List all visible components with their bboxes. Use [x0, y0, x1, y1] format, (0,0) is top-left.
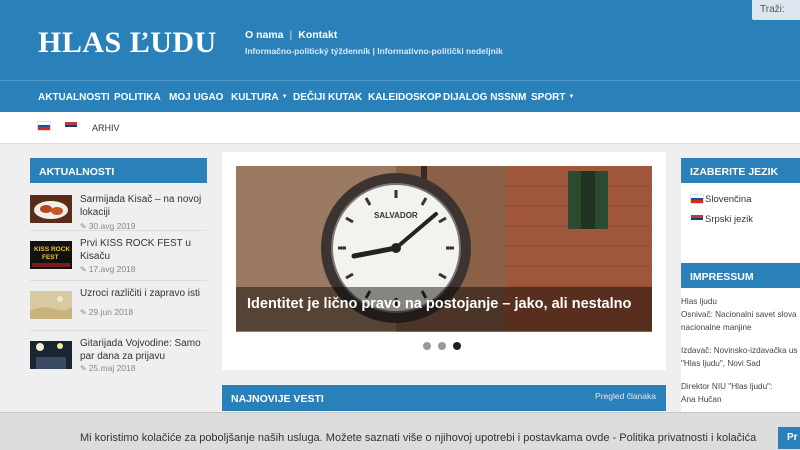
slovak-flag-icon[interactable]	[38, 122, 50, 130]
about-link[interactable]: O nama	[245, 29, 284, 41]
pencil-icon: ✎	[80, 265, 87, 274]
impressum-line: nacionalne manjine	[681, 323, 752, 332]
pencil-icon: ✎	[80, 308, 87, 317]
svg-text:FEST: FEST	[42, 254, 59, 261]
language-widget-title: IZABERITE JEZIK	[681, 158, 800, 183]
impressum-title: IMPRESSUM	[681, 263, 800, 288]
site-header: HLAS ĽUDU O nama | Kontakt Informačno-po…	[0, 0, 800, 80]
news-title[interactable]: Sarmijada Kisač – na novoj lokaciji	[80, 193, 207, 219]
contact-link[interactable]: Kontakt	[298, 29, 337, 41]
pencil-icon: ✎	[80, 222, 87, 231]
sidebar-title: AKTUALNOSTI	[30, 158, 207, 183]
nav-item-kultura[interactable]: KULTURA ▼	[231, 92, 288, 103]
news-title[interactable]: Prvi KISS ROCK FEST u Kisaču	[80, 237, 207, 263]
nav-item-dijalog-nssnm[interactable]: DIJALOG NSSNM	[443, 92, 526, 103]
list-item[interactable]: Sarmijada Kisač – na novoj lokaciji ✎ 30.…	[30, 187, 207, 231]
impressum-line: Ana Hučan	[681, 395, 722, 404]
slider-dot[interactable]	[423, 342, 431, 350]
nav-item-politika[interactable]: POLITIKA	[114, 92, 161, 103]
latest-news-title: NAJNOVIJE VESTI	[231, 393, 324, 405]
link-separator: |	[289, 29, 293, 41]
site-logo[interactable]: HLAS ĽUDU	[38, 26, 217, 60]
language-list: Slovenčina Srpski jezik	[681, 183, 800, 268]
news-date: ✎ 29.jun 2018	[80, 307, 134, 317]
nav-item-moj-ugao[interactable]: MOJ UGAO	[169, 92, 223, 103]
nav-item-deciji-kutak[interactable]: DEČIJI KUTAK	[293, 92, 362, 103]
slide-caption[interactable]: Identitet je lično pravo na postojanje –…	[236, 287, 652, 331]
list-item[interactable]: Gitarijada Vojvodine: Samo par dana za p…	[30, 331, 207, 387]
slovak-flag-icon	[691, 195, 703, 203]
cookie-text: Mi koristimo kolačiće za poboljšanje naš…	[80, 432, 757, 444]
language-widget: IZABERITE JEZIK Slovenčina Srpski jezik	[681, 158, 800, 268]
svg-text:KISS ROCK: KISS ROCK	[34, 246, 70, 253]
list-item[interactable]: Uzroci različiti i zapravo isti ✎ 29.jun …	[30, 281, 207, 331]
slider-dot[interactable]	[438, 342, 446, 350]
news-sidebar: AKTUALNOSTI Sarmijada Kisač – na novoj l…	[30, 158, 207, 387]
pencil-icon: ✎	[80, 364, 87, 373]
impressum-line: Osnivač: Nacionalni savet slova	[681, 310, 797, 319]
list-item[interactable]: KISS ROCK FEST Prvi KISS ROCK FEST u Kis…	[30, 231, 207, 281]
impressum-line: Hlas ljudu	[681, 297, 717, 306]
chevron-down-icon: ▼	[281, 94, 288, 101]
impressum-line: Direktor NIU "Hlas ljudu":	[681, 382, 773, 391]
news-thumbnail[interactable]: KISS ROCK FEST	[30, 241, 72, 269]
nav-item-aktualnosti[interactable]: AKTUALNOSTI	[38, 92, 110, 103]
news-date: ✎ 17.avg 2018	[80, 264, 136, 274]
cookie-banner: Mi koristimo kolačiće za poboljšanje naš…	[0, 412, 800, 450]
news-date: ✎ 30.avg 2019	[80, 221, 136, 231]
serbian-flag-icon[interactable]	[65, 122, 77, 130]
search-box[interactable]: Traži:	[752, 0, 800, 20]
nav-item-kaleidoskop[interactable]: KALEIDOSKOP	[368, 92, 441, 103]
latest-news-header: NAJNOVIJE VESTI Pregled članaka	[222, 385, 666, 411]
main-nav: AKTUALNOSTI POLITIKA MOJ UGAO KULTURA ▼ D…	[0, 80, 800, 112]
news-title[interactable]: Uzroci različiti i zapravo isti	[80, 287, 207, 300]
serbian-flag-icon	[691, 215, 703, 223]
impressum-line: "Hlas ljudu", Novi Sad	[681, 359, 761, 368]
chevron-down-icon: ▼	[568, 94, 575, 101]
nav-item-sport[interactable]: SPORT ▼	[531, 92, 574, 103]
news-thumbnail[interactable]	[30, 291, 72, 319]
language-bar	[0, 112, 800, 144]
cookie-accept-button[interactable]: Pr	[778, 427, 800, 449]
slider-pagination	[423, 342, 461, 350]
featured-slider: SALVADOR	[222, 152, 666, 370]
impressum-line: Izdavač: Novinsko-izdavačka us	[681, 346, 798, 355]
news-thumbnail[interactable]	[30, 341, 72, 369]
archive-link[interactable]: ARHIV	[92, 123, 120, 133]
slider-dot-active[interactable]	[453, 342, 461, 350]
language-option-serbian[interactable]: Srpski jezik	[681, 211, 800, 231]
site-tagline: Informačno-politický týždenník | Informa…	[245, 46, 503, 56]
clock-brand-label: SALVADOR	[374, 211, 418, 220]
top-links: O nama | Kontakt	[245, 29, 337, 41]
news-thumbnail[interactable]	[30, 195, 72, 223]
news-date: ✎ 25.maj 2018	[80, 363, 136, 373]
articles-overview-link[interactable]: Pregled članaka	[595, 391, 656, 401]
news-title[interactable]: Gitarijada Vojvodine: Samo par dana za p…	[80, 337, 207, 363]
language-option-slovak[interactable]: Slovenčina	[681, 191, 800, 211]
